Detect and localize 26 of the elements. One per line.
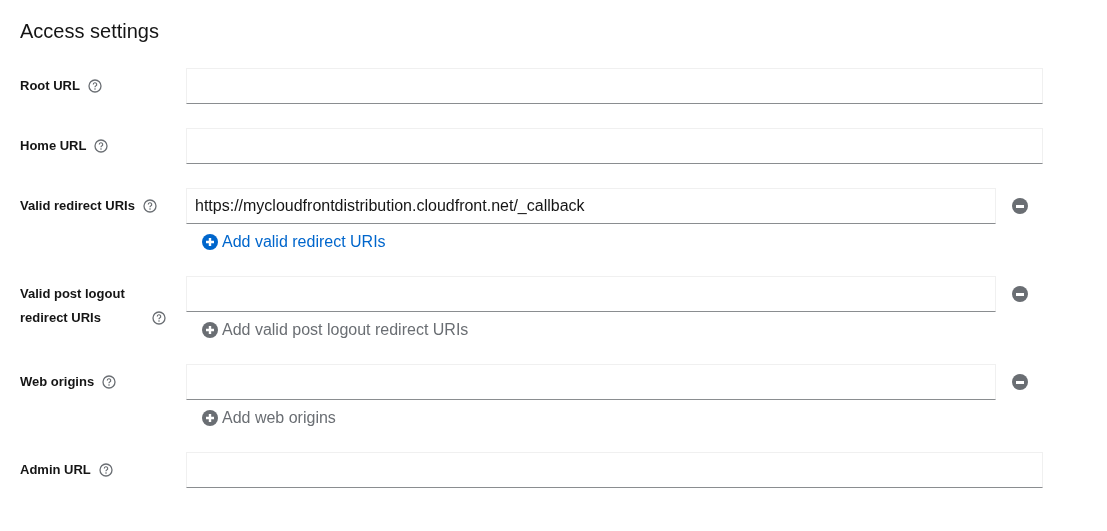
- field-label: Root URL: [20, 77, 80, 95]
- url-field[interactable]: [186, 452, 1043, 488]
- plus-icon: [202, 322, 218, 338]
- help-icon[interactable]: [152, 311, 166, 325]
- remove-icon[interactable]: [1012, 286, 1028, 302]
- field-label: Admin URL: [20, 461, 91, 479]
- url-field[interactable]: [186, 276, 996, 312]
- url-field[interactable]: [186, 364, 996, 400]
- url-field[interactable]: [186, 128, 1043, 164]
- help-icon[interactable]: [102, 375, 117, 389]
- url-field[interactable]: https://mycloudfrontdistribution.cloudfront.net/_callback: [186, 188, 996, 224]
- field-label: Valid redirect URIs: [20, 197, 135, 215]
- remove-icon[interactable]: [1012, 198, 1028, 214]
- add-link[interactable]: Add valid redirect URIs: [202, 232, 386, 252]
- url-field[interactable]: [186, 68, 1043, 104]
- help-icon[interactable]: [98, 463, 113, 477]
- field-label: Home URL: [20, 137, 87, 155]
- field-label: Valid post logout redirect URIs: [20, 285, 126, 327]
- field-label: Web origins: [20, 373, 95, 391]
- remove-icon[interactable]: [1012, 374, 1028, 390]
- plus-icon: [202, 410, 218, 426]
- help-icon[interactable]: [94, 139, 109, 153]
- plus-icon: [202, 234, 218, 250]
- help-icon[interactable]: [142, 199, 157, 213]
- help-icon[interactable]: [87, 79, 102, 93]
- section-title: Access settings: [20, 19, 160, 44]
